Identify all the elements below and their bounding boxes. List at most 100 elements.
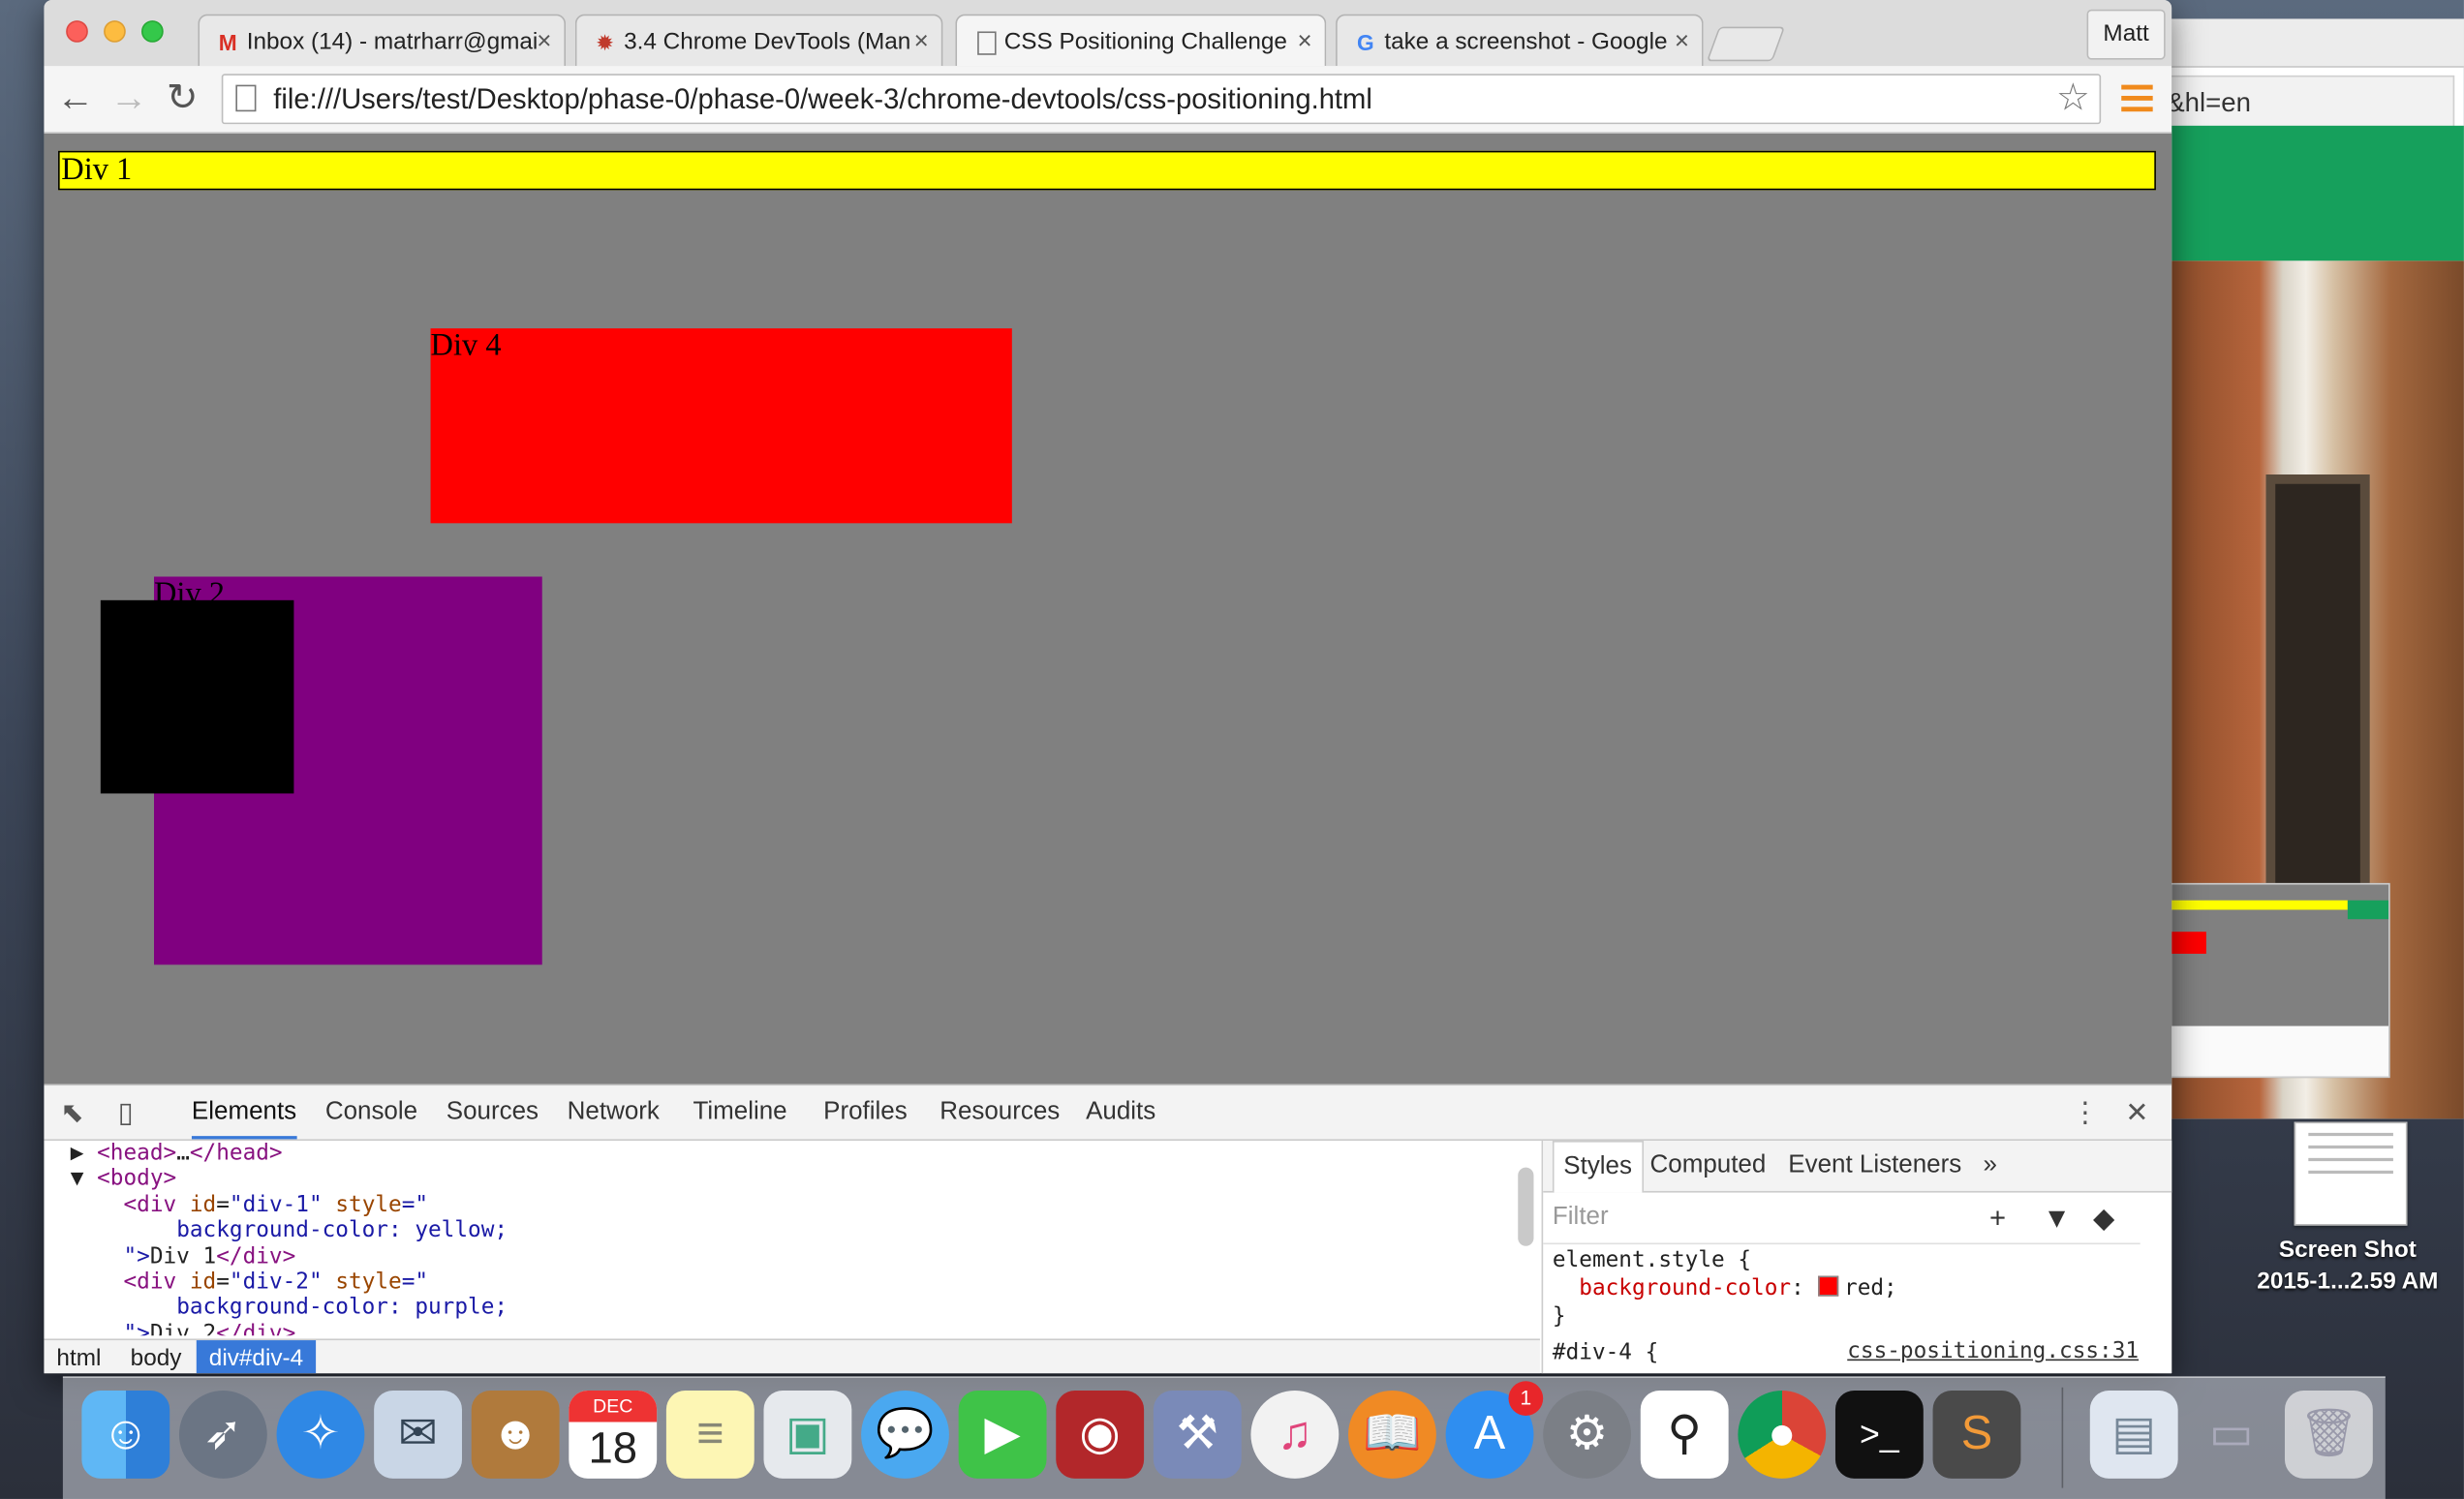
div-4[interactable]: Div 4 — [430, 328, 1012, 524]
style-declaration[interactable]: background-color: red; — [1553, 1274, 1897, 1302]
dom-scrollbar[interactable] — [1518, 1167, 1534, 1246]
file-line — [2308, 1145, 2393, 1149]
dom-line-div1-style[interactable]: background-color: yellow; — [44, 1218, 1518, 1244]
zoom-window-button[interactable] — [141, 20, 164, 43]
ibooks-icon[interactable]: 📖 — [1348, 1391, 1436, 1479]
xcode-icon[interactable]: ⚒ — [1153, 1391, 1242, 1479]
address-bar[interactable]: file:///Users/test/Desktop/phase-0/phase… — [221, 74, 2102, 125]
contacts-icon[interactable]: ☻ — [471, 1391, 560, 1479]
calendar-month: DEC — [569, 1391, 658, 1423]
tab-styles[interactable]: Styles — [1552, 1141, 1644, 1193]
inspect-element-icon[interactable]: ⬉ — [56, 1097, 87, 1128]
pin-icon[interactable]: ▼ — [2043, 1202, 2071, 1235]
notes-icon[interactable]: ≡ — [665, 1391, 755, 1479]
tab-network[interactable]: Network — [568, 1086, 660, 1139]
dom-line-div1-text[interactable]: ">Div 1</div> — [44, 1243, 1518, 1270]
close-tab-icon[interactable]: × — [1675, 15, 1689, 66]
page-icon — [235, 84, 257, 112]
activity-monitor-icon[interactable]: ⚲ — [1640, 1391, 1729, 1479]
breadcrumb-html[interactable]: html — [44, 1340, 113, 1373]
dom-line-div2[interactable]: <div id="div-2" style=" — [44, 1270, 1518, 1296]
file-label-line1: Screen Shot — [2278, 1236, 2417, 1264]
sublime-text-icon[interactable]: S — [1932, 1391, 2021, 1479]
close-tab-icon[interactable]: × — [914, 15, 929, 66]
more-tabs-icon[interactable]: » — [1974, 1141, 2007, 1191]
system-preferences-icon[interactable]: ⚙ — [1543, 1391, 1632, 1479]
tab-computed[interactable]: Computed — [1641, 1141, 1775, 1191]
stylesheet-link[interactable]: css-positioning.css:31 — [1847, 1338, 2139, 1363]
more-options-icon[interactable]: ⋮ — [2070, 1097, 2101, 1128]
chrome-apps-icon[interactable]: ▭ — [2187, 1391, 2275, 1479]
close-window-button[interactable] — [66, 20, 88, 43]
tab-profiles[interactable]: Profiles — [823, 1086, 908, 1139]
chrome-icon[interactable]: ● — [1738, 1391, 1827, 1479]
background-picture-frame — [2265, 474, 2370, 902]
terminal-icon[interactable]: >_ — [1834, 1391, 1924, 1479]
div2-id-value: "div-2" — [229, 1270, 323, 1296]
tab-timeline[interactable]: Timeline — [693, 1086, 786, 1139]
body-tag: <body> — [97, 1166, 177, 1192]
tab-event-listeners[interactable]: Event Listeners — [1779, 1141, 1971, 1191]
close-tab-icon[interactable]: × — [537, 15, 551, 66]
tab-resources[interactable]: Resources — [939, 1086, 1060, 1139]
finder-icon[interactable]: ☺ — [81, 1391, 170, 1479]
tab-devtools-lesson[interactable]: ✹ 3.4 Chrome DevTools (Man × — [574, 14, 943, 67]
thumbnail-yellow-bar — [2171, 900, 2348, 910]
css-value: red; — [1844, 1275, 1897, 1301]
trash-icon[interactable]: 🗑 — [2284, 1391, 2373, 1479]
launchpad-icon[interactable]: ➶ — [178, 1391, 267, 1479]
bookmark-star-icon[interactable]: ☆ — [2056, 77, 2090, 119]
preview-icon[interactable]: ▣ — [763, 1391, 852, 1479]
close-devtools-icon[interactable]: ✕ — [2121, 1097, 2152, 1128]
desktop-file-icon[interactable] — [2294, 1121, 2408, 1226]
back-arrow-icon[interactable]: ← — [53, 77, 97, 119]
tab-audits[interactable]: Audits — [1086, 1086, 1155, 1139]
chrome-menu-icon[interactable] — [2121, 84, 2153, 113]
tab-google-search[interactable]: G take a screenshot - Google × — [1336, 14, 1704, 67]
reload-icon[interactable]: ↻ — [160, 77, 203, 119]
div2-id-attr: id — [189, 1270, 217, 1296]
tab-css-positioning[interactable]: CSS Positioning Challenge × — [955, 14, 1327, 67]
breadcrumb-body[interactable]: body — [118, 1340, 195, 1373]
tab-gmail[interactable]: M Inbox (14) - matrharr@gmai × — [198, 14, 567, 67]
downloads-folder-icon[interactable]: ▤ — [2089, 1391, 2178, 1479]
calendar-icon[interactable]: DEC 18 — [569, 1391, 658, 1479]
styles-filter-input[interactable]: Filter + ▼ ◆ — [1543, 1193, 2141, 1245]
facetime-icon[interactable]: ▶ — [958, 1391, 1047, 1479]
dom-line-body[interactable]: ▼ <body> — [44, 1167, 1518, 1193]
photo-booth-icon[interactable]: ◉ — [1056, 1391, 1145, 1479]
mail-icon[interactable]: ✉ — [374, 1391, 462, 1479]
tab-console[interactable]: Console — [325, 1086, 417, 1139]
desktop-file-label[interactable]: Screen Shot 2015-1...2.59 AM — [2232, 1235, 2464, 1298]
messages-icon[interactable]: 💬 — [861, 1391, 949, 1479]
safari-icon[interactable]: ✧ — [276, 1391, 365, 1479]
breadcrumb-div4[interactable]: div#div-4 — [196, 1340, 317, 1374]
tab-sources[interactable]: Sources — [447, 1086, 539, 1139]
app-store-icon[interactable]: A 1 — [1445, 1381, 1544, 1479]
url-text: file:///Users/test/Desktop/phase-0/phase… — [273, 82, 1372, 115]
forward-arrow-icon[interactable]: → — [107, 77, 150, 119]
tab-title: CSS Positioning Challenge — [1003, 28, 1287, 55]
div-3[interactable] — [100, 599, 294, 794]
screenshot-thumbnail[interactable] — [2170, 882, 2390, 1079]
dom-line-div2-style[interactable]: background-color: purple; — [44, 1296, 1518, 1322]
profile-button[interactable]: Matt — [2086, 9, 2166, 60]
dom-line-div1[interactable]: <div id="div-1" style=" — [44, 1192, 1518, 1218]
new-tab-button[interactable] — [1706, 26, 1786, 62]
minimize-window-button[interactable] — [104, 20, 126, 43]
dom-tree[interactable]: ▶ <head>…</head> ▼ <body> <div id="div-1… — [44, 1141, 1518, 1335]
filter-placeholder: Filter — [1552, 1203, 1609, 1231]
div-1[interactable]: Div 1 — [58, 150, 2156, 191]
tab-elements[interactable]: Elements — [191, 1086, 297, 1140]
dom-line-head[interactable]: ▶ <head>…</head> — [44, 1141, 1518, 1167]
itunes-icon[interactable]: ♫ — [1250, 1391, 1340, 1479]
tab-title: 3.4 Chrome DevTools (Man — [624, 28, 911, 55]
device-mode-icon[interactable]: ▯ — [110, 1097, 141, 1128]
dom-line-div2-text[interactable]: ">Div 2</div> — [44, 1321, 1518, 1335]
div2-close-quote: "> — [123, 1321, 150, 1336]
chrome-window: M Inbox (14) - matrharr@gmai × ✹ 3.4 Chr… — [44, 0, 2172, 1374]
new-style-rule-icon[interactable]: + — [1989, 1202, 2006, 1235]
close-tab-icon[interactable]: × — [1298, 15, 1312, 66]
color-swatch-icon[interactable] — [1817, 1275, 1838, 1297]
element-state-icon[interactable]: ◆ — [2093, 1202, 2114, 1235]
